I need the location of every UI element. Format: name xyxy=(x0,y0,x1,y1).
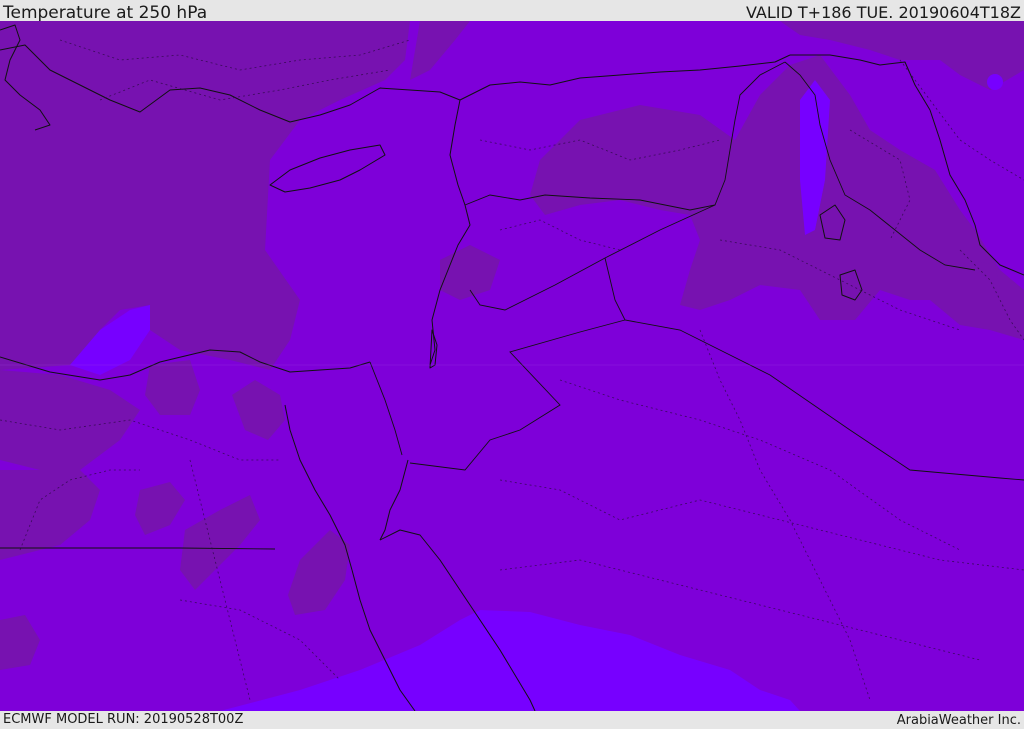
map-panel xyxy=(0,21,1024,711)
valid-time-label: VALID T+186 TUE. 20190604T18Z xyxy=(745,3,1021,22)
credit-label: ArabiaWeather Inc. xyxy=(896,713,1021,728)
map-title: Temperature at 250 hPa xyxy=(3,3,208,23)
temperature-map xyxy=(0,21,1024,711)
map-footer: ECMWF MODEL RUN: 20190528T00Z ArabiaWeat… xyxy=(0,711,1024,729)
map-header: Temperature at 250 hPa VALID T+186 TUE. … xyxy=(0,0,1024,23)
cold-spot-iran xyxy=(987,74,1003,90)
model-run-label: ECMWF MODEL RUN: 20190528T00Z xyxy=(3,712,244,727)
